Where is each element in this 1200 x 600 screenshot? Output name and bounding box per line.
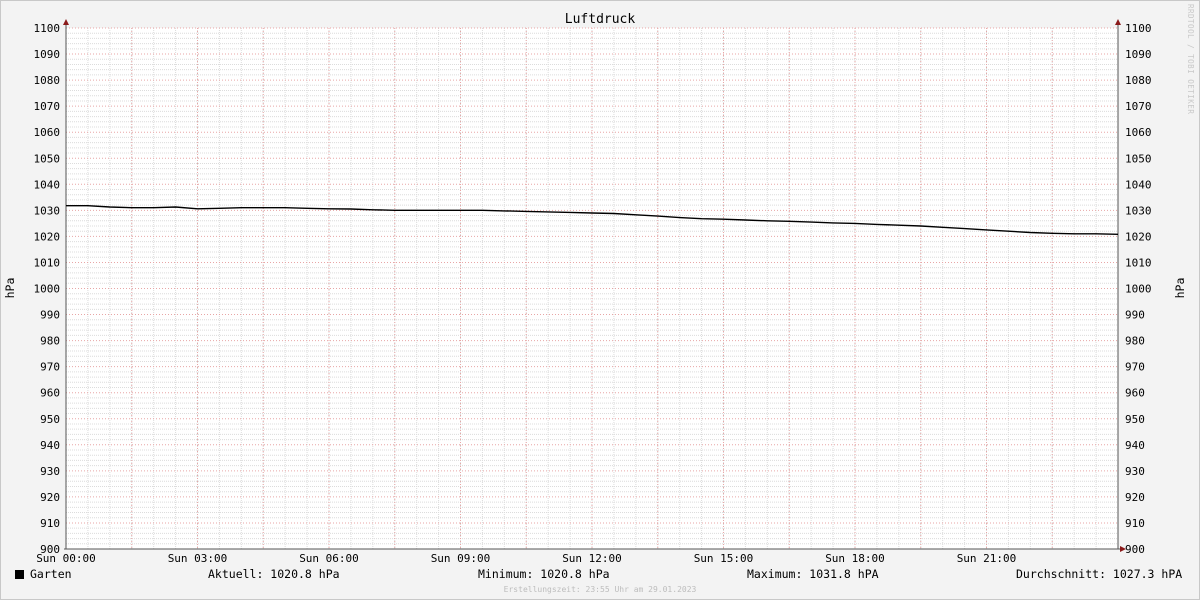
y-tick-label-left: 1090 [34, 48, 61, 61]
y-tick-label-right: 1030 [1125, 204, 1152, 217]
y-tick-label-left: 1030 [34, 204, 61, 217]
y-tick-label-right: 1040 [1125, 178, 1152, 191]
y-axis-left-ticks: 9009109209309409509609709809901000101010… [34, 22, 61, 556]
y-tick-label-right: 920 [1125, 491, 1145, 504]
x-tick-label: Sun 09:00 [431, 552, 491, 565]
y-axis-right-arrow [1115, 19, 1121, 25]
y-tick-label-left: 1100 [34, 22, 61, 35]
y-tick-label-left: 970 [40, 361, 60, 374]
x-tick-label: Sun 12:00 [562, 552, 622, 565]
y-tick-label-left: 910 [40, 517, 60, 530]
chart-title: Luftdruck [565, 12, 636, 27]
y-axis-right-ticks: 900 910 920 930 940 950 960 970 980 990 1000 1010 10… [1125, 22, 1152, 556]
y-tick-label-right: 1080 [1125, 74, 1152, 87]
y-tick-label-left: 940 [40, 439, 60, 452]
x-tick-label: Sun 00:00 [36, 552, 96, 565]
y-tick-label-right: 1010 [1125, 256, 1152, 269]
y-tick-label-left: 1060 [34, 126, 61, 139]
x-tick-label: Sun 21:00 [957, 552, 1017, 565]
y-tick-label-left: 1070 [34, 100, 61, 113]
y-tick-label-left: 1080 [34, 74, 61, 87]
y-axis-left-arrow [63, 19, 69, 25]
x-tick-label: Sun 06:00 [299, 552, 359, 565]
y-tick-label-left: 950 [40, 413, 60, 426]
y-tick-label-right: 1090 [1125, 48, 1152, 61]
y-tick-label-right: 1020 [1125, 230, 1152, 243]
x-tick-label: Sun 15:00 [694, 552, 754, 565]
y-tick-label-left: 1020 [34, 230, 61, 243]
y-tick-label-left: 1000 [34, 283, 61, 296]
y-tick-label-right: 980 [1125, 335, 1145, 348]
y-axis-label-left: hPa [3, 278, 17, 299]
y-tick-label-right: 910 [1125, 517, 1145, 530]
y-tick-label-left: 1010 [34, 256, 61, 269]
y-tick-label-right: 1070 [1125, 100, 1152, 113]
y-tick-label-left: 960 [40, 387, 60, 400]
minimum-value: Minimum: 1020.8 hPa [478, 567, 610, 581]
y-tick-label-right: 960 [1125, 387, 1145, 400]
legend-label: Garten [30, 567, 72, 581]
y-tick-label-right: 930 [1125, 465, 1145, 478]
y-tick-label-left: 930 [40, 465, 60, 478]
rrdtool-credit: RRDTOOL / TOBI OETIKER [1186, 4, 1195, 115]
y-tick-label-right: 970 [1125, 361, 1145, 374]
y-tick-label-right: 1000 [1125, 283, 1152, 296]
legend-swatch [15, 570, 24, 579]
creation-time-note: Erstellungszeit: 23:55 Uhr am 29.01.2023 [503, 585, 697, 594]
maximum-value: Maximum: 1031.8 hPA [747, 567, 879, 581]
x-tick-label: Sun 03:00 [168, 552, 228, 565]
y-tick-label-right: 990 [1125, 309, 1145, 322]
x-tick-label: Sun 18:00 [825, 552, 885, 565]
y-tick-label-right: 940 [1125, 439, 1145, 452]
y-tick-label-left: 1050 [34, 152, 61, 165]
average-value: Durchschnitt: 1027.3 hPA [1016, 567, 1183, 581]
y-axis-label-right: hPa [1173, 278, 1187, 299]
y-tick-label-left: 990 [40, 309, 60, 322]
y-tick-label-right: 1100 [1125, 22, 1152, 35]
y-tick-label-left: 920 [40, 491, 60, 504]
y-tick-label-right: 1060 [1125, 126, 1152, 139]
x-axis-ticks: Sun 00:00 Sun 03:00 Sun 06:00 Sun 09:00 Sun … [36, 552, 1016, 565]
chart-canvas: 900 910 920 930 940 950 960 970 980 990 1000 1010 10… [3, 12, 1187, 565]
y-tick-label-left: 980 [40, 335, 60, 348]
y-tick-label-right: 950 [1125, 413, 1145, 426]
current-value: Aktuell: 1020.8 hPa [208, 567, 340, 581]
y-tick-label-left: 1040 [34, 178, 61, 191]
y-tick-label-right: 1050 [1125, 152, 1152, 165]
y-tick-label-right: 900 [1125, 543, 1145, 556]
